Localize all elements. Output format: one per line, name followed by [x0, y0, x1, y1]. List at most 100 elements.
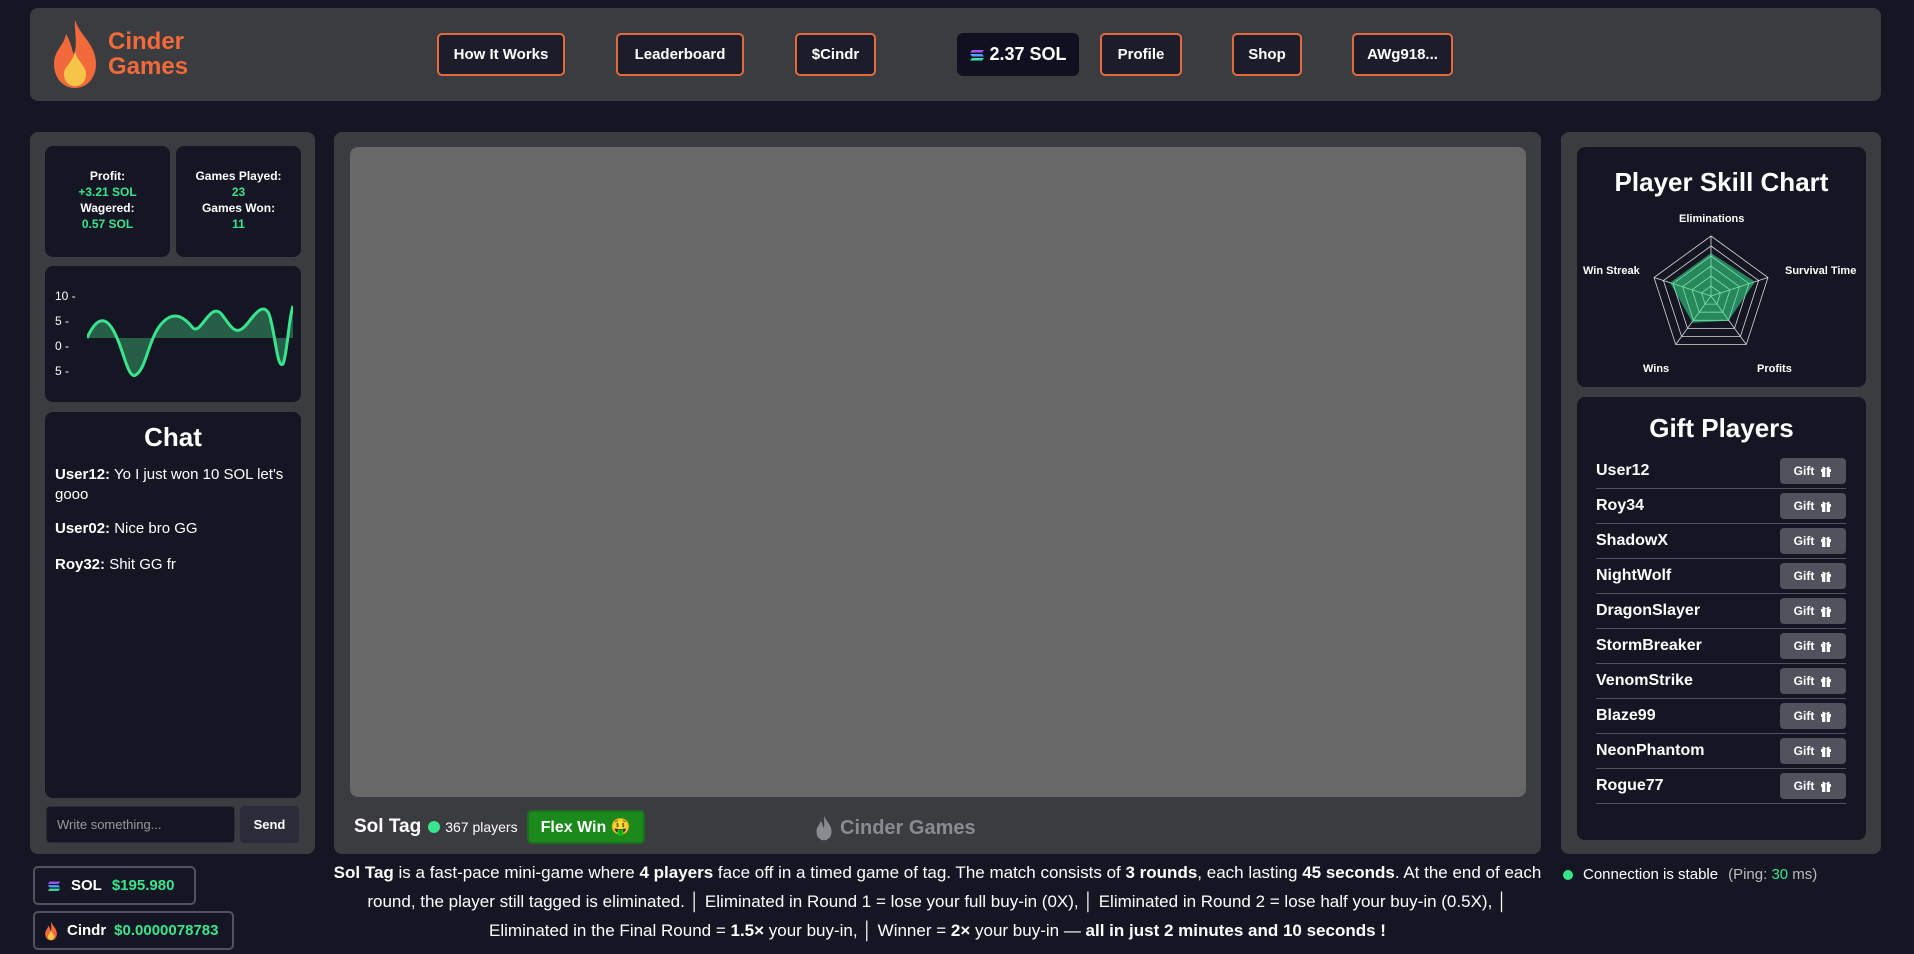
- send-button[interactable]: Send: [240, 806, 299, 843]
- wallet-address-button[interactable]: AWg918...: [1352, 33, 1453, 76]
- gift-player-row: Blaze99 Gift: [1596, 699, 1846, 734]
- cindr-wallet-amount: $0.0000078783: [114, 922, 219, 939]
- brand-name-line1: Cinder: [108, 28, 185, 55]
- y-tick-neg5: 5 -: [55, 364, 70, 378]
- axis-wins: Wins: [1643, 363, 1670, 375]
- gift-button[interactable]: Gift: [1780, 598, 1846, 624]
- gift-player-row: Roy34 Gift: [1596, 489, 1846, 524]
- games-won-label: Games Won:: [201, 201, 276, 215]
- games-played-label: Games Played:: [195, 169, 282, 183]
- gift-player-name: User12: [1596, 462, 1650, 479]
- top-header: Cinder Games How It Works Leaderboard $C…: [30, 8, 1881, 101]
- profile-button[interactable]: Profile: [1100, 33, 1182, 76]
- online-dot-icon: [428, 821, 441, 833]
- gift-button-label: Gift: [1793, 464, 1815, 478]
- gift-icon: [1821, 711, 1832, 722]
- cindr-wallet-label: Cindr: [67, 922, 107, 939]
- shop-button[interactable]: Shop: [1232, 33, 1302, 76]
- gift-button-label: Gift: [1793, 709, 1815, 723]
- sol-wallet-badge[interactable]: SOL $195.980: [33, 866, 196, 905]
- gift-icon: [1821, 676, 1832, 687]
- skill-radar-chart: [1653, 235, 1769, 345]
- desc-multiplier: 2×: [950, 921, 971, 940]
- game-description: Sol Tag is a fast-pace mini-game where 4…: [330, 858, 1545, 945]
- sol-wallet-amount: $195.980: [111, 877, 175, 894]
- ping-prefix: (Ping:: [1728, 866, 1772, 883]
- game-screen[interactable]: [350, 147, 1526, 797]
- gift-player-row: StormBreaker Gift: [1596, 629, 1846, 664]
- chat-message: Roy32: Shit GG fr: [55, 555, 291, 575]
- desc-text: face off in a timed game of tag. The mat…: [713, 863, 1126, 882]
- gift-button[interactable]: Gift: [1780, 528, 1846, 554]
- sol-wallet-label: SOL: [71, 877, 102, 894]
- chat-text: Shit GG fr: [109, 556, 176, 573]
- connection-dot-icon: [1563, 869, 1573, 880]
- profit-value: +3.21 SOL: [78, 185, 137, 199]
- desc-text: is a fast-pace mini-game where: [393, 863, 640, 882]
- gift-icon: [1821, 781, 1832, 792]
- gift-player-name: Rogue77: [1596, 777, 1664, 794]
- gift-player-row: ShadowX Gift: [1596, 524, 1846, 559]
- gift-player-row: NightWolf Gift: [1596, 559, 1846, 594]
- gift-player-row: User12 Gift: [1596, 454, 1846, 489]
- desc-text: your buy-in, │ Winner =: [764, 921, 951, 940]
- gift-button-label: Gift: [1793, 499, 1815, 513]
- flame-watermark-icon: [816, 815, 832, 841]
- gift-icon: [1821, 466, 1832, 477]
- axis-survival-time: Survival Time: [1785, 265, 1857, 277]
- sol-balance-badge[interactable]: 2.37 SOL: [957, 33, 1079, 76]
- games-played-value: 23: [231, 185, 246, 199]
- gift-players-card: Gift Players User12 Gift Roy34 Gift ShadowX G…: [1577, 397, 1866, 840]
- axis-eliminations: Eliminations: [1679, 213, 1745, 225]
- y-tick-5: 5 -: [55, 314, 70, 328]
- wagered-value: 0.57 SOL: [81, 217, 134, 231]
- gift-player-row: NeonPhantom Gift: [1596, 734, 1846, 769]
- gift-button-label: Gift: [1793, 674, 1815, 688]
- gift-button-label: Gift: [1793, 534, 1815, 548]
- gift-button[interactable]: Gift: [1780, 563, 1846, 589]
- game-footer: Sol Tag 367 players Flex Win 🤑: [354, 810, 645, 844]
- connection-text: Connection is stable: [1583, 866, 1719, 883]
- gift-button-label: Gift: [1793, 639, 1815, 653]
- chat-input[interactable]: Write something...: [46, 806, 235, 843]
- wagered-label: Wagered:: [80, 201, 135, 215]
- gift-button[interactable]: Gift: [1780, 668, 1846, 694]
- flex-win-button[interactable]: Flex Win 🤑: [526, 810, 645, 844]
- player-count: 367 players: [445, 819, 518, 835]
- sol-balance-value: 2.37 SOL: [989, 44, 1067, 64]
- brand-name-line2: Games: [108, 53, 189, 80]
- gift-player-name: Blaze99: [1596, 707, 1656, 724]
- gift-button[interactable]: Gift: [1780, 493, 1846, 519]
- axis-profits: Profits: [1757, 363, 1792, 375]
- brand-logo[interactable]: Cinder Games: [50, 18, 188, 90]
- how-it-works-button[interactable]: How It Works: [437, 33, 565, 76]
- gift-button[interactable]: Gift: [1780, 703, 1846, 729]
- desc-duration: all in just 2 minutes and 10 seconds !: [1085, 921, 1386, 940]
- flame-icon: [45, 921, 57, 940]
- chat-user: User12:: [55, 466, 111, 483]
- chat-user: Roy32:: [55, 556, 106, 573]
- games-won-value: 11: [232, 217, 245, 231]
- gift-icon: [1821, 606, 1832, 617]
- profit-line: [87, 305, 293, 377]
- game-name: Sol Tag: [354, 816, 422, 837]
- gift-icon: [1821, 501, 1832, 512]
- leaderboard-button[interactable]: Leaderboard: [616, 33, 744, 76]
- desc-text: , each lasting: [1197, 863, 1303, 882]
- gift-button-label: Gift: [1793, 744, 1815, 758]
- gift-player-name: StormBreaker: [1596, 637, 1702, 654]
- desc-rounds: 3 rounds: [1125, 863, 1198, 882]
- gift-button[interactable]: Gift: [1780, 458, 1846, 484]
- solana-icon: [47, 881, 61, 891]
- ping-suffix: ms): [1788, 866, 1818, 883]
- gift-icon: [1821, 746, 1832, 757]
- gift-button[interactable]: Gift: [1780, 738, 1846, 764]
- ping-readout: (Ping: 30 ms): [1728, 866, 1817, 883]
- gift-button[interactable]: Gift: [1780, 633, 1846, 659]
- gift-button[interactable]: Gift: [1780, 773, 1846, 799]
- flame-logo-icon: [54, 20, 96, 88]
- ping-value: 30: [1771, 866, 1789, 883]
- cindr-wallet-badge[interactable]: Cindr $0.0000078783: [33, 911, 234, 950]
- profit-label: Profit:: [89, 169, 126, 183]
- cindr-button[interactable]: $Cindr: [795, 33, 876, 76]
